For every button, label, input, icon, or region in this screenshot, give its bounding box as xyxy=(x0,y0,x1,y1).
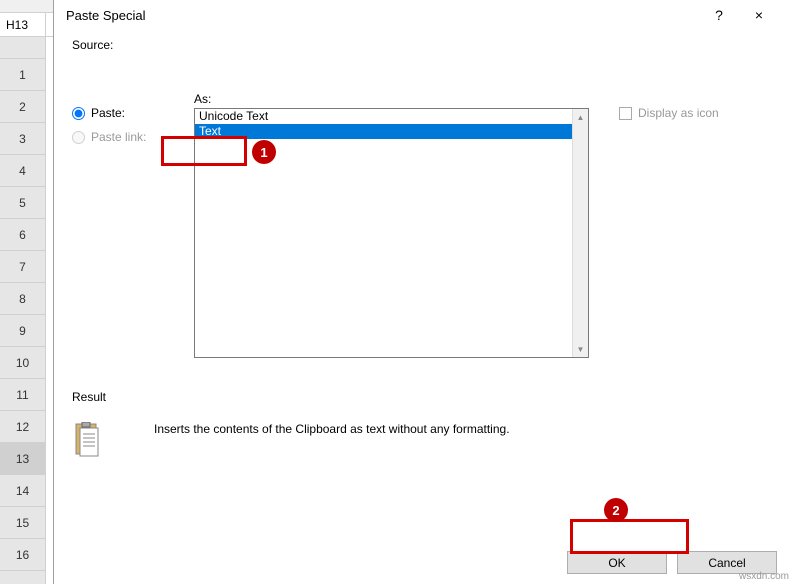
select-all-corner[interactable] xyxy=(0,37,45,59)
paste-special-dialog: Paste Special ? × Source: Paste: Paste l… xyxy=(53,0,791,584)
scroll-down-icon[interactable]: ▼ xyxy=(573,341,588,357)
result-description: Inserts the contents of the Clipboard as… xyxy=(154,422,510,436)
row-header[interactable]: 7 xyxy=(0,251,45,283)
result-label: Result xyxy=(72,390,773,404)
row-header[interactable]: 3 xyxy=(0,123,45,155)
row-header[interactable]: 16 xyxy=(0,539,45,571)
row-header[interactable]: 11 xyxy=(0,379,45,411)
row-header[interactable]: 10 xyxy=(0,347,45,379)
paste-radio-row[interactable]: Paste: xyxy=(72,106,164,120)
dialog-title: Paste Special xyxy=(66,8,699,23)
row-header[interactable]: 1 xyxy=(0,59,45,91)
row-header[interactable]: 14 xyxy=(0,475,45,507)
row-header[interactable]: 4 xyxy=(0,155,45,187)
row-header[interactable]: 15 xyxy=(0,507,45,539)
list-item-text[interactable]: Text xyxy=(195,124,588,139)
row-header[interactable]: 9 xyxy=(0,315,45,347)
row-header[interactable]: 13 xyxy=(0,443,45,475)
row-header[interactable]: 8 xyxy=(0,283,45,315)
paste-radio[interactable] xyxy=(72,107,85,120)
display-as-icon-row: Display as icon xyxy=(619,106,719,120)
annotation-badge-1: 1 xyxy=(252,140,276,164)
paste-link-radio xyxy=(72,131,85,144)
row-header[interactable]: 5 xyxy=(0,187,45,219)
row-header[interactable]: 2 xyxy=(0,91,45,123)
list-item-unicode-text[interactable]: Unicode Text xyxy=(195,109,588,124)
dialog-titlebar[interactable]: Paste Special ? × xyxy=(54,0,791,30)
row-header[interactable]: 6 xyxy=(0,219,45,251)
help-button[interactable]: ? xyxy=(699,0,739,30)
paste-link-radio-label: Paste link: xyxy=(91,130,146,144)
as-label: As: xyxy=(194,92,589,106)
clipboard-icon xyxy=(72,422,104,462)
paste-radio-label: Paste: xyxy=(91,106,125,120)
annotation-badge-2: 2 xyxy=(604,498,628,522)
paste-link-radio-row: Paste link: xyxy=(72,130,164,144)
source-label: Source: xyxy=(72,38,773,52)
display-as-icon-label: Display as icon xyxy=(638,106,719,120)
scroll-up-icon[interactable]: ▲ xyxy=(573,109,588,125)
close-button[interactable]: × xyxy=(739,0,779,30)
listbox-scrollbar[interactable]: ▲ ▼ xyxy=(572,109,588,357)
display-as-icon-checkbox xyxy=(619,107,632,120)
watermark: wsxdn.com xyxy=(739,571,789,582)
row-headers: 12345678910111213141516 xyxy=(0,37,46,584)
ok-button[interactable]: OK xyxy=(567,551,667,574)
row-header[interactable]: 12 xyxy=(0,411,45,443)
name-box[interactable]: H13 xyxy=(0,13,46,36)
